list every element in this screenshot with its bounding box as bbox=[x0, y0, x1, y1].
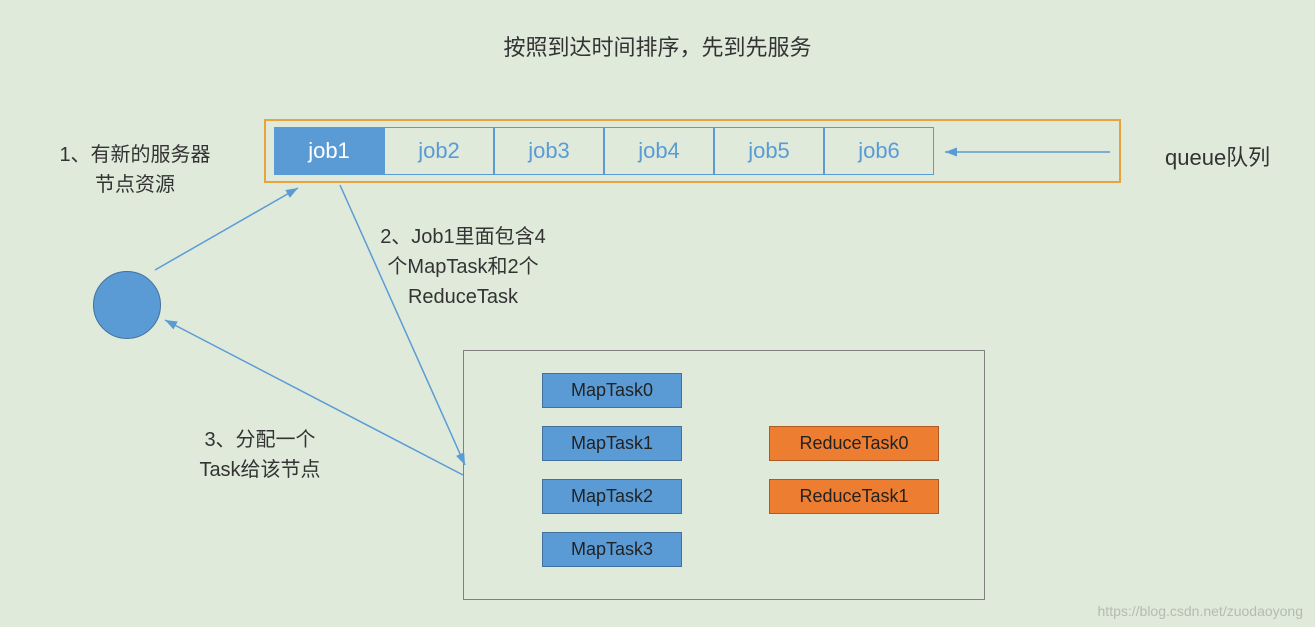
note-2-line-1: 2、Job1里面包含4 bbox=[380, 226, 546, 248]
note-2-line-3: ReduceTask bbox=[408, 286, 518, 308]
queue-container: job1 job2 job3 job4 job5 job6 bbox=[264, 119, 1121, 183]
map-task-3: MapTask3 bbox=[542, 532, 682, 567]
queue-label: queue队列 bbox=[1165, 140, 1270, 172]
reduce-task-0: ReduceTask0 bbox=[769, 426, 939, 461]
map-task-2: MapTask2 bbox=[542, 479, 682, 514]
queue-job-1: job1 bbox=[274, 127, 384, 175]
note-2: 2、Job1里面包含4 个MapTask和2个 ReduceTask bbox=[358, 222, 568, 312]
note-3-line-1: 3、分配一个 bbox=[204, 429, 315, 451]
queue-job-4: job4 bbox=[604, 127, 714, 175]
arrow-note1-to-job1 bbox=[155, 188, 298, 270]
map-task-1: MapTask1 bbox=[542, 426, 682, 461]
note-3: 3、分配一个 Task给该节点 bbox=[160, 425, 360, 485]
queue-job-2: job2 bbox=[384, 127, 494, 175]
queue-job-3: job3 bbox=[494, 127, 604, 175]
server-node-icon bbox=[93, 271, 161, 339]
note-2-line-2: 个MapTask和2个 bbox=[387, 256, 538, 278]
watermark: https://blog.csdn.net/zuodaoyong bbox=[1098, 603, 1303, 619]
reduce-task-1: ReduceTask1 bbox=[769, 479, 939, 514]
note-1-line-2: 节点资源 bbox=[95, 174, 175, 196]
note-3-line-2: Task给该节点 bbox=[199, 459, 320, 481]
queue-job-5: job5 bbox=[714, 127, 824, 175]
note-1: 1、有新的服务器 节点资源 bbox=[20, 140, 250, 200]
map-task-0: MapTask0 bbox=[542, 373, 682, 408]
queue-job-6: job6 bbox=[824, 127, 934, 175]
task-container: MapTask0 MapTask1 MapTask2 MapTask3 Redu… bbox=[463, 350, 985, 600]
note-1-line-1: 1、有新的服务器 bbox=[59, 144, 210, 166]
diagram-title: 按照到达时间排序，先到先服务 bbox=[503, 30, 811, 62]
